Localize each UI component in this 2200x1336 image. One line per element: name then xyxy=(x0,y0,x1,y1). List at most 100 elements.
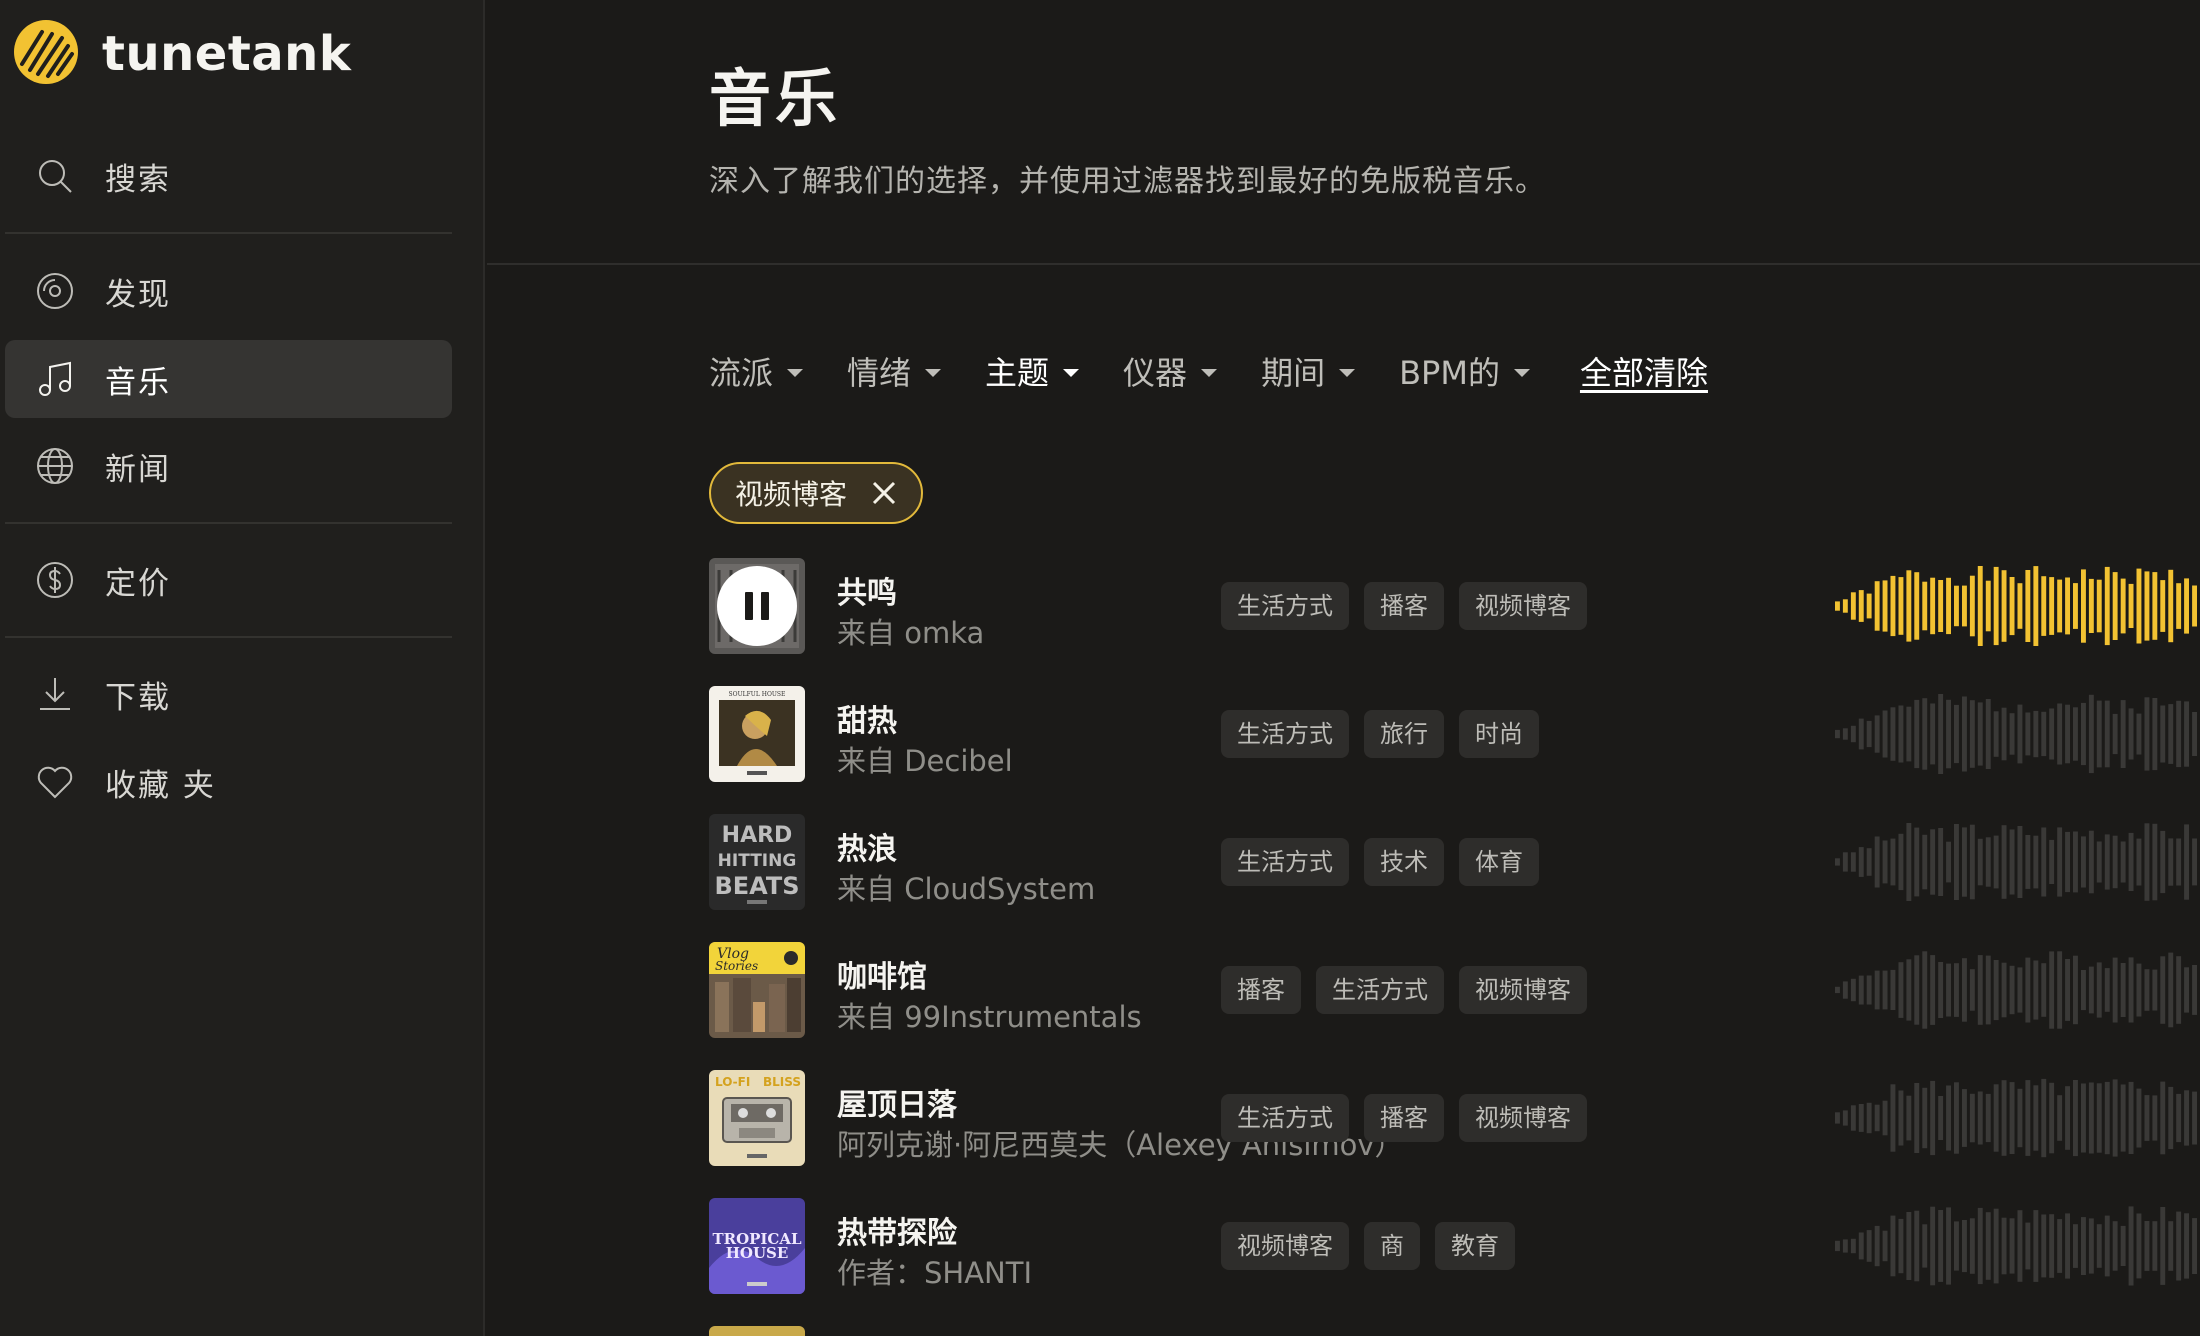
filter-theme[interactable]: 主题 xyxy=(985,348,1080,394)
waveform-bar xyxy=(1906,959,1912,1021)
waveform-bar xyxy=(2136,838,2142,886)
track-row[interactable]: HARD HITTING BEATS 热浪 来自 CloudSystem 生活方式 … xyxy=(709,814,2200,910)
sidebar-item-pricing[interactable]: 定价 xyxy=(5,541,452,619)
track-artist[interactable]: 作者：SHANTI xyxy=(837,1250,1032,1292)
tag[interactable]: 视频博客 xyxy=(1459,582,1587,630)
track-cover[interactable]: Vlog Stories xyxy=(709,942,805,1038)
waveform-bar xyxy=(1938,1096,1944,1140)
track-row[interactable]: 共鸣 来自 omka 生活方式 播客 视频博客 xyxy=(709,558,2200,654)
track-artist[interactable]: 来自 99Instrumentals xyxy=(837,994,1142,1036)
track-artist[interactable]: 来自 Decibel xyxy=(837,738,1013,780)
caret-down-icon xyxy=(925,369,942,377)
waveform-bar xyxy=(1922,834,1928,890)
filter-label: 流派 xyxy=(709,354,774,392)
waveform-bar xyxy=(1850,852,1856,872)
tag[interactable]: 生活方式 xyxy=(1221,838,1349,886)
tag[interactable]: 生活方式 xyxy=(1316,966,1444,1014)
filter-bpm[interactable]: BPM的 xyxy=(1399,348,1530,394)
waveform-bar xyxy=(2057,951,2063,1029)
tag[interactable]: 教育 xyxy=(1435,1222,1515,1270)
waveform-bar xyxy=(2009,1082,2015,1154)
waveform-bar xyxy=(2152,969,2158,1011)
sidebar-item-search[interactable]: 搜索 xyxy=(5,137,452,215)
tag[interactable]: 播客 xyxy=(1364,582,1444,630)
sidebar-item-downloads[interactable]: 下载 xyxy=(5,655,452,733)
track-row[interactable]: SOULFUL HOUSE 甜热 来自 Decibel 生活方式 旅行 时尚 xyxy=(709,686,2200,782)
waveform-bar xyxy=(1842,599,1848,613)
track-title[interactable]: 热带探险 xyxy=(837,1208,957,1252)
sidebar-item-discover[interactable]: 发现 xyxy=(5,252,452,330)
tag[interactable]: 商 xyxy=(1364,1222,1420,1270)
waveform-bar xyxy=(2001,962,2007,1018)
brand-logo[interactable]: tunetank xyxy=(12,18,351,90)
waveform-bar xyxy=(2176,700,2182,768)
waveform-bar xyxy=(2088,830,2094,894)
waveform-bar xyxy=(1858,1104,1864,1132)
waveform-bar xyxy=(2001,1080,2007,1156)
tag[interactable]: 生活方式 xyxy=(1221,710,1349,758)
tag[interactable]: 旅行 xyxy=(1364,710,1444,758)
waveform[interactable] xyxy=(1835,566,2200,646)
track-title[interactable]: 共鸣 xyxy=(837,568,897,612)
waveform-bar xyxy=(1906,1212,1912,1280)
track-cover[interactable]: SOULFUL HOUSE xyxy=(709,686,805,782)
waveform-bar xyxy=(1835,601,1840,611)
chip-label: 视频博客 xyxy=(735,478,848,511)
waveform-bar xyxy=(1930,577,1936,635)
filter-bar: 流派 情绪 主题 仪器 期间 BPM的 全部清除 xyxy=(709,346,1708,396)
sidebar-item-news[interactable]: 新闻 xyxy=(5,427,452,505)
filter-genre[interactable]: 流派 xyxy=(709,348,804,394)
waveform[interactable] xyxy=(1835,694,2200,774)
tag[interactable]: 技术 xyxy=(1364,838,1444,886)
remove-filter-close-icon[interactable] xyxy=(869,478,899,508)
waveform-bar xyxy=(1914,955,1920,1025)
tag[interactable]: 生活方式 xyxy=(1221,1094,1349,1142)
tag[interactable]: 体育 xyxy=(1459,838,1539,886)
tag[interactable]: 时尚 xyxy=(1459,710,1539,758)
waveform-bar xyxy=(2160,956,2166,1024)
waveform-bar xyxy=(2049,708,2055,760)
search-icon xyxy=(5,156,105,196)
waveform-bar xyxy=(1874,836,1880,888)
track-cover[interactable]: LO-FI BLISS xyxy=(709,1070,805,1166)
tag[interactable]: 播客 xyxy=(1364,1094,1444,1142)
waveform[interactable] xyxy=(1835,950,2200,1030)
track-title[interactable]: 热浪 xyxy=(837,824,897,868)
tag[interactable]: 生活方式 xyxy=(1221,582,1349,630)
sidebar-item-favorites[interactable]: 收藏 夹 xyxy=(5,743,452,821)
tag[interactable]: 播客 xyxy=(1221,966,1301,1014)
waveform[interactable] xyxy=(1835,822,2200,902)
track-cover[interactable] xyxy=(709,558,805,654)
tag[interactable]: 视频博客 xyxy=(1221,1222,1349,1270)
track-artist[interactable]: 来自 omka xyxy=(837,610,984,652)
waveform-bar xyxy=(2088,694,2094,774)
waveform-bar xyxy=(1993,960,1999,1021)
waveform-bar xyxy=(2152,1221,2158,1271)
waveform-bar xyxy=(2112,835,2118,889)
filter-mood[interactable]: 情绪 xyxy=(847,348,942,394)
track-artist[interactable]: 来自 CloudSystem xyxy=(837,866,1095,908)
waveform-bar xyxy=(1993,1208,1999,1284)
clear-all-filters-link[interactable]: 全部清除 xyxy=(1580,348,1708,394)
track-title[interactable]: 咖啡馆 xyxy=(837,952,927,996)
waveform-bar xyxy=(2017,583,2023,629)
waveform-bar xyxy=(1850,592,1856,620)
track-cover[interactable]: HARD HITTING BEATS xyxy=(709,814,805,910)
waveform[interactable] xyxy=(1835,1206,2200,1286)
pause-button[interactable] xyxy=(717,566,797,646)
track-cover[interactable]: TROPICAL HOUSE xyxy=(709,1198,805,1294)
track-row[interactable]: LO-FI BLISS 屋顶日落 阿列克谢·阿尼西莫夫（Alexey Anisim… xyxy=(709,1070,2200,1166)
filter-duration[interactable]: 期间 xyxy=(1261,348,1356,394)
tag[interactable]: 视频博客 xyxy=(1459,1094,1587,1142)
waveform-bar xyxy=(1835,986,1840,994)
waveform-bar xyxy=(1946,577,1951,635)
filter-instrument[interactable]: 仪器 xyxy=(1123,348,1218,394)
track-title[interactable]: 甜热 xyxy=(837,696,897,740)
track-row[interactable]: Vlog Stories 咖啡馆 来自 99Instrumentals 播客 生活… xyxy=(709,942,2200,1038)
waveform-bar xyxy=(1890,575,1896,637)
tag[interactable]: 视频博客 xyxy=(1459,966,1587,1014)
waveform[interactable] xyxy=(1835,1078,2200,1158)
track-title[interactable]: 屋顶日落 xyxy=(837,1080,957,1124)
track-row[interactable]: TROPICAL HOUSE 热带探险 作者：SHANTI 视频博客 商 教育 xyxy=(709,1198,2200,1294)
sidebar-item-music[interactable]: 音乐 xyxy=(5,340,452,418)
